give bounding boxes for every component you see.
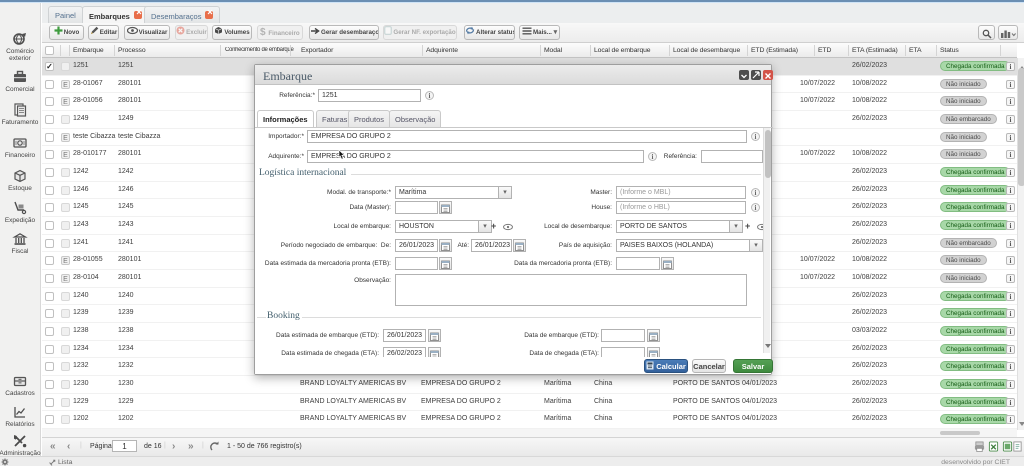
svg-text:$: $	[260, 27, 266, 36]
